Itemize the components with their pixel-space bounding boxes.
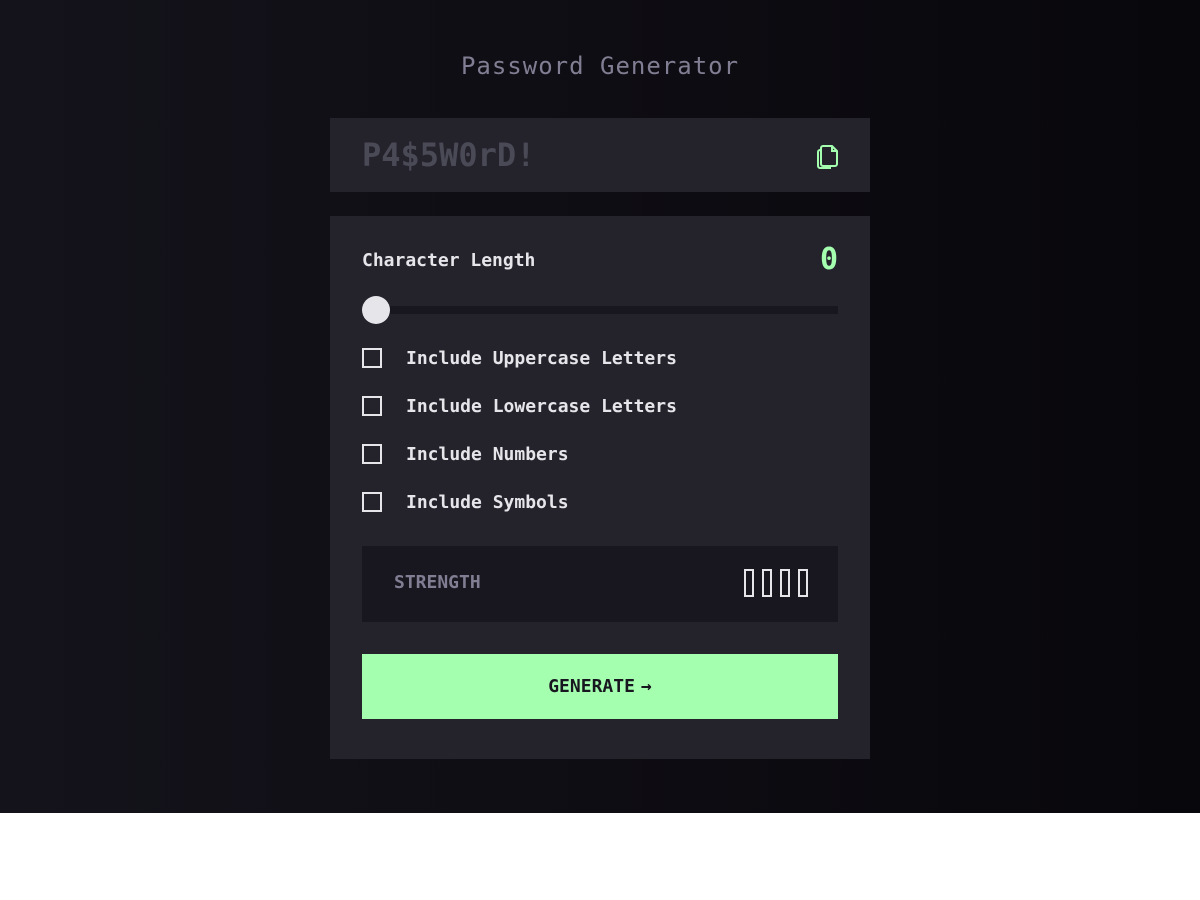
password-text: P4$5W0rD! (362, 136, 536, 174)
strength-bar (762, 569, 772, 597)
generate-button[interactable]: GENERATE → (362, 654, 838, 719)
option-lowercase[interactable]: Include Lowercase Letters (362, 394, 677, 418)
option-uppercase[interactable]: Include Uppercase Letters (362, 346, 677, 370)
uppercase-checkbox[interactable] (362, 348, 382, 368)
character-length-label: Character Length (362, 250, 536, 271)
strength-bars (736, 569, 808, 597)
strength-label: STRENGTH (394, 572, 481, 593)
option-symbols[interactable]: Include Symbols (362, 490, 569, 514)
page-title: Password Generator (460, 52, 740, 80)
strength-meter: STRENGTH (362, 546, 838, 622)
generate-label: GENERATE (548, 676, 635, 697)
strength-bar (798, 569, 808, 597)
option-label: Include Symbols (406, 491, 569, 513)
settings-panel: Character Length 0 Include Uppercase Let… (330, 216, 870, 759)
strength-bar (780, 569, 790, 597)
arrow-right-icon: → (640, 676, 652, 697)
length-slider-track[interactable] (362, 306, 838, 314)
copy-icon[interactable] (815, 142, 841, 170)
length-slider-thumb[interactable] (362, 296, 390, 324)
strength-bar (744, 569, 754, 597)
option-numbers[interactable]: Include Numbers (362, 442, 569, 466)
lowercase-checkbox[interactable] (362, 396, 382, 416)
character-length-value: 0 (819, 242, 838, 277)
option-label: Include Numbers (406, 443, 569, 465)
option-label: Include Uppercase Letters (406, 347, 677, 369)
page-background: Password Generator P4$5W0rD! Character L… (0, 0, 1200, 813)
numbers-checkbox[interactable] (362, 444, 382, 464)
password-output: P4$5W0rD! (330, 118, 870, 192)
symbols-checkbox[interactable] (362, 492, 382, 512)
option-label: Include Lowercase Letters (406, 395, 677, 417)
